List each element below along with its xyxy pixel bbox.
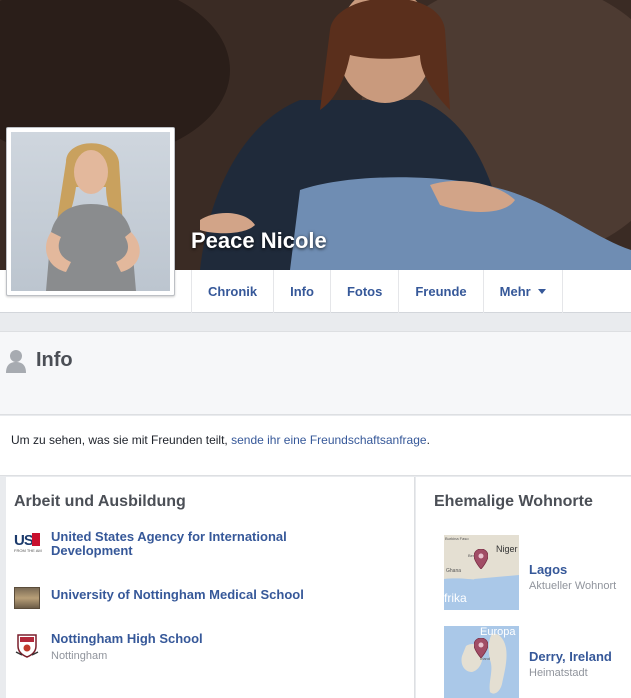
friend-notice-prefix: Um zu sehen, was sie mit Freunden teilt, [11,433,232,447]
friend-request-link[interactable]: sende ihr eine Freundschaftsanfrage [231,433,426,447]
map-label: frika [444,591,467,605]
profile-picture-illustration [46,143,140,291]
tab-mehr[interactable]: Mehr [482,270,563,313]
map-label: Ghana [446,568,462,574]
info-title: Info [36,349,73,371]
usaid-logo-text: US [14,532,34,549]
map-label: Burkina Faso [445,536,469,541]
profile-picture[interactable] [6,127,175,296]
friend-notice-suffix: . [426,433,430,447]
places-title: Ehemalige Wohnorte [434,493,593,510]
work-title-link[interactable]: University of Nottingham Medical School [51,588,331,602]
work-title-link[interactable]: United States Agency for International D… [51,530,331,558]
usaid-logo-subtext: FROM THE AM [14,548,42,553]
work-education-section: Arbeit und Ausbildung US FROM THE AM Uni… [6,477,415,698]
tab-info[interactable]: Info [273,270,330,313]
places-section: Ehemalige Wohnorte Burkina Faso Niger Be… [416,477,631,698]
tab-label: Mehr [499,284,531,299]
tab-label: Info [290,284,314,299]
tab-label: Freunde [415,284,467,299]
tab-chronik[interactable]: Chronik [191,270,273,313]
friend-request-notice: Um zu sehen, was sie mit Freunden teilt,… [0,416,631,476]
work-item: University of Nottingham Medical School [14,585,331,609]
work-item: US FROM THE AM United States Agency for … [14,530,331,558]
tab-label: Fotos [346,284,383,299]
school-crest-icon [14,632,40,658]
map-label: Niger [496,544,518,554]
work-item: Nottingham High School Nottingham [14,632,331,662]
work-title-link[interactable]: Nottingham High School [51,632,331,646]
work-education-title: Arbeit und Ausbildung [14,493,186,510]
tab-freunde[interactable]: Freunde [398,270,482,313]
map-label: Europa [480,626,516,638]
person-icon [6,350,26,373]
map-pin-icon [474,549,488,569]
profile-page: Peace Nicole Chronik Info Fotos Freunde … [0,0,631,698]
tab-label: Chronik [208,284,258,299]
map-thumbnail-derry[interactable]: Europa Irland [444,626,519,698]
place-title-link[interactable]: Derry, Ireland [529,649,612,664]
place-item: Burkina Faso Niger Benin Ghana frika Lag… [444,535,616,610]
info-section-header: Info [0,331,631,415]
map-thumbnail-lagos[interactable]: Burkina Faso Niger Benin Ghana frika [444,535,519,610]
chevron-down-icon [537,289,546,294]
profile-tabs: Chronik Info Fotos Freunde Mehr [191,270,563,313]
map-pin-icon [474,638,488,658]
profile-name[interactable]: Peace Nicole [191,228,327,254]
usaid-logo: US FROM THE AM [14,530,42,556]
place-subtitle: Heimatstadt [529,667,588,679]
place-subtitle: Aktueller Wohnort [529,580,617,592]
work-subtitle: Nottingham [51,650,108,662]
friend-notice-text: Um zu sehen, was sie mit Freunden teilt,… [11,433,430,447]
place-title-link[interactable]: Lagos [529,562,616,577]
tab-fotos[interactable]: Fotos [329,270,398,313]
university-logo [14,587,40,609]
profile-picture-image [11,132,170,291]
place-item: Europa Irland Derry, Ireland Heimatstadt [444,626,612,698]
